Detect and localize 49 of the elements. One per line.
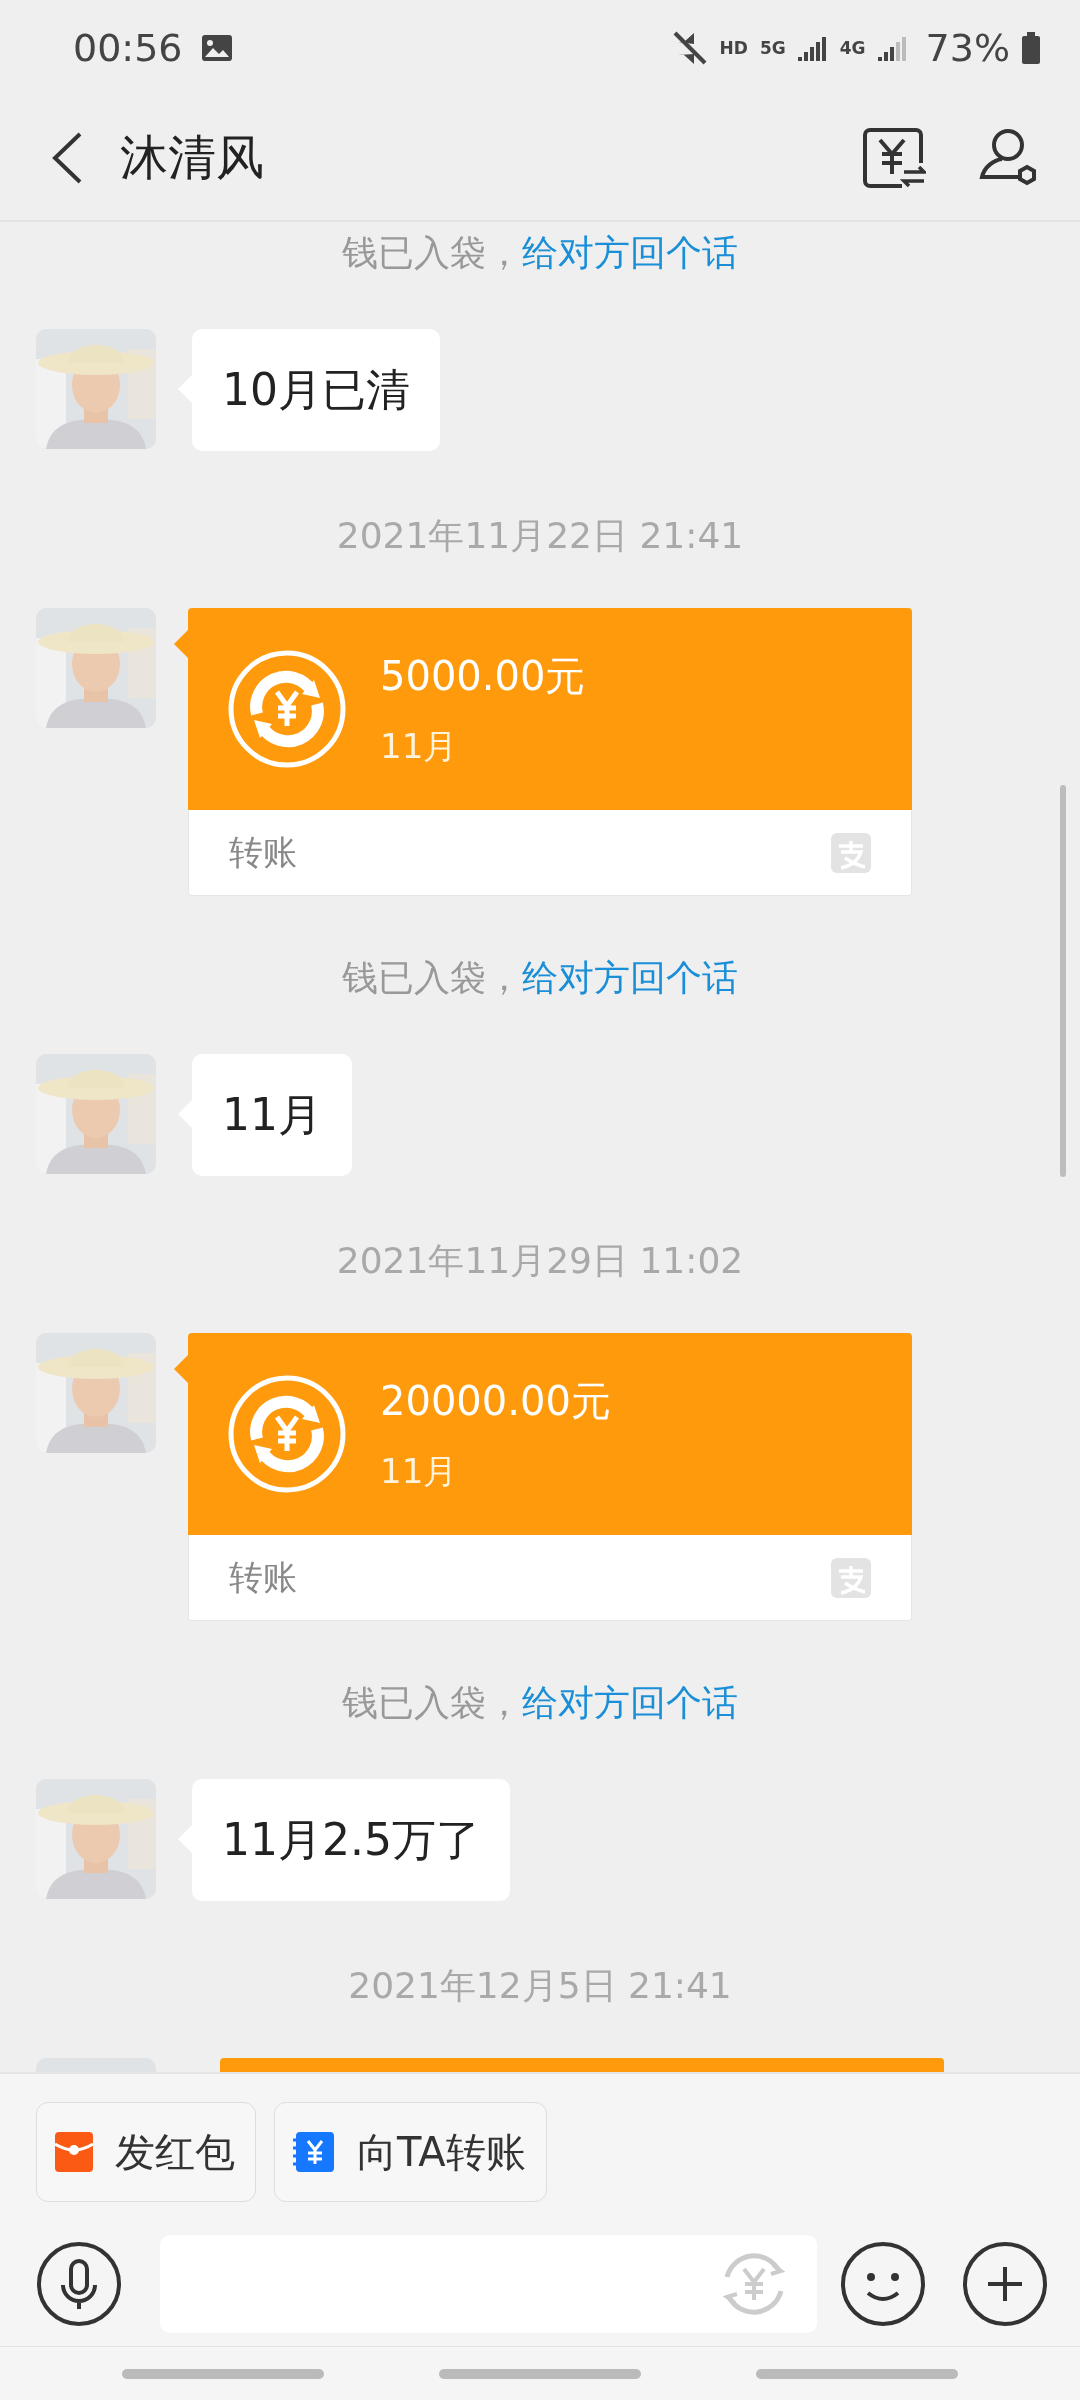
- back-icon[interactable]: [50, 130, 84, 185]
- timestamp: 2021年11月29日 11:02: [335, 1239, 745, 1283]
- add-button[interactable]: [962, 2241, 1048, 2327]
- message-bubble: 11月2.5万了: [192, 1779, 510, 1901]
- transfer-amount: 5000.00元: [380, 651, 586, 701]
- envelope-icon: [55, 2132, 93, 2172]
- status-time: 00:56: [73, 25, 183, 70]
- reply-link[interactable]: 给对方回个话: [522, 229, 738, 278]
- nav-handle[interactable]: [439, 2368, 641, 2379]
- message-bubble: 10月已清: [192, 329, 440, 451]
- chat-title: 沐清风: [120, 127, 265, 187]
- transfer-note: 11月: [380, 724, 459, 768]
- transfer-note: 11月: [380, 1449, 459, 1493]
- emoji-button[interactable]: [840, 2241, 926, 2327]
- message-bubble: 11月: [192, 1054, 352, 1176]
- network-label: 5G: [759, 37, 786, 58]
- voice-button[interactable]: [36, 2241, 122, 2327]
- battery-icon: [1022, 31, 1040, 64]
- reply-link[interactable]: 给对方回个话: [522, 1679, 738, 1728]
- nav-handle[interactable]: [756, 2368, 959, 2379]
- signal-icon: [877, 34, 908, 61]
- timestamp: 2021年12月5日 21:41: [347, 1964, 733, 2008]
- notice-text: 钱已入袋，: [342, 231, 522, 275]
- shortcut-button[interactable]: 向TA转账: [274, 2102, 547, 2202]
- notice-text: 钱已入袋，: [342, 956, 522, 1000]
- payment-logo-icon: [831, 832, 871, 873]
- network-label: 4G: [839, 37, 866, 58]
- transfer-card[interactable]: 20000.00元 11月: [188, 1333, 912, 1535]
- message-input[interactable]: [160, 2235, 817, 2333]
- nav-handle[interactable]: [121, 2368, 324, 2379]
- image-icon: [200, 33, 233, 62]
- network-label: HD: [719, 37, 748, 58]
- timestamp: 2021年11月22日 21:41: [335, 514, 745, 558]
- battery-percent: 73%: [925, 25, 1010, 70]
- signal-icon: [797, 34, 828, 61]
- transfer-icon: [228, 650, 346, 768]
- transfer-amount: 20000.00元: [380, 1376, 611, 1426]
- transfer-label: 转账: [229, 1555, 297, 1599]
- notice-text: 钱已入袋，: [342, 1681, 522, 1725]
- shortcut-button[interactable]: 发红包: [36, 2102, 256, 2202]
- mute-icon: [671, 29, 708, 66]
- transfer-card[interactable]: 5000.00元 11月: [188, 608, 912, 810]
- scrollbar[interactable]: [1060, 785, 1066, 1177]
- yen-notebook-icon: [293, 2132, 335, 2172]
- transfer-label: 转账: [229, 830, 297, 874]
- reply-link[interactable]: 给对方回个话: [522, 954, 738, 1003]
- transfer-icon: [228, 1375, 346, 1493]
- transfer-record-icon[interactable]: [862, 125, 926, 190]
- payment-logo-icon: [831, 1557, 871, 1598]
